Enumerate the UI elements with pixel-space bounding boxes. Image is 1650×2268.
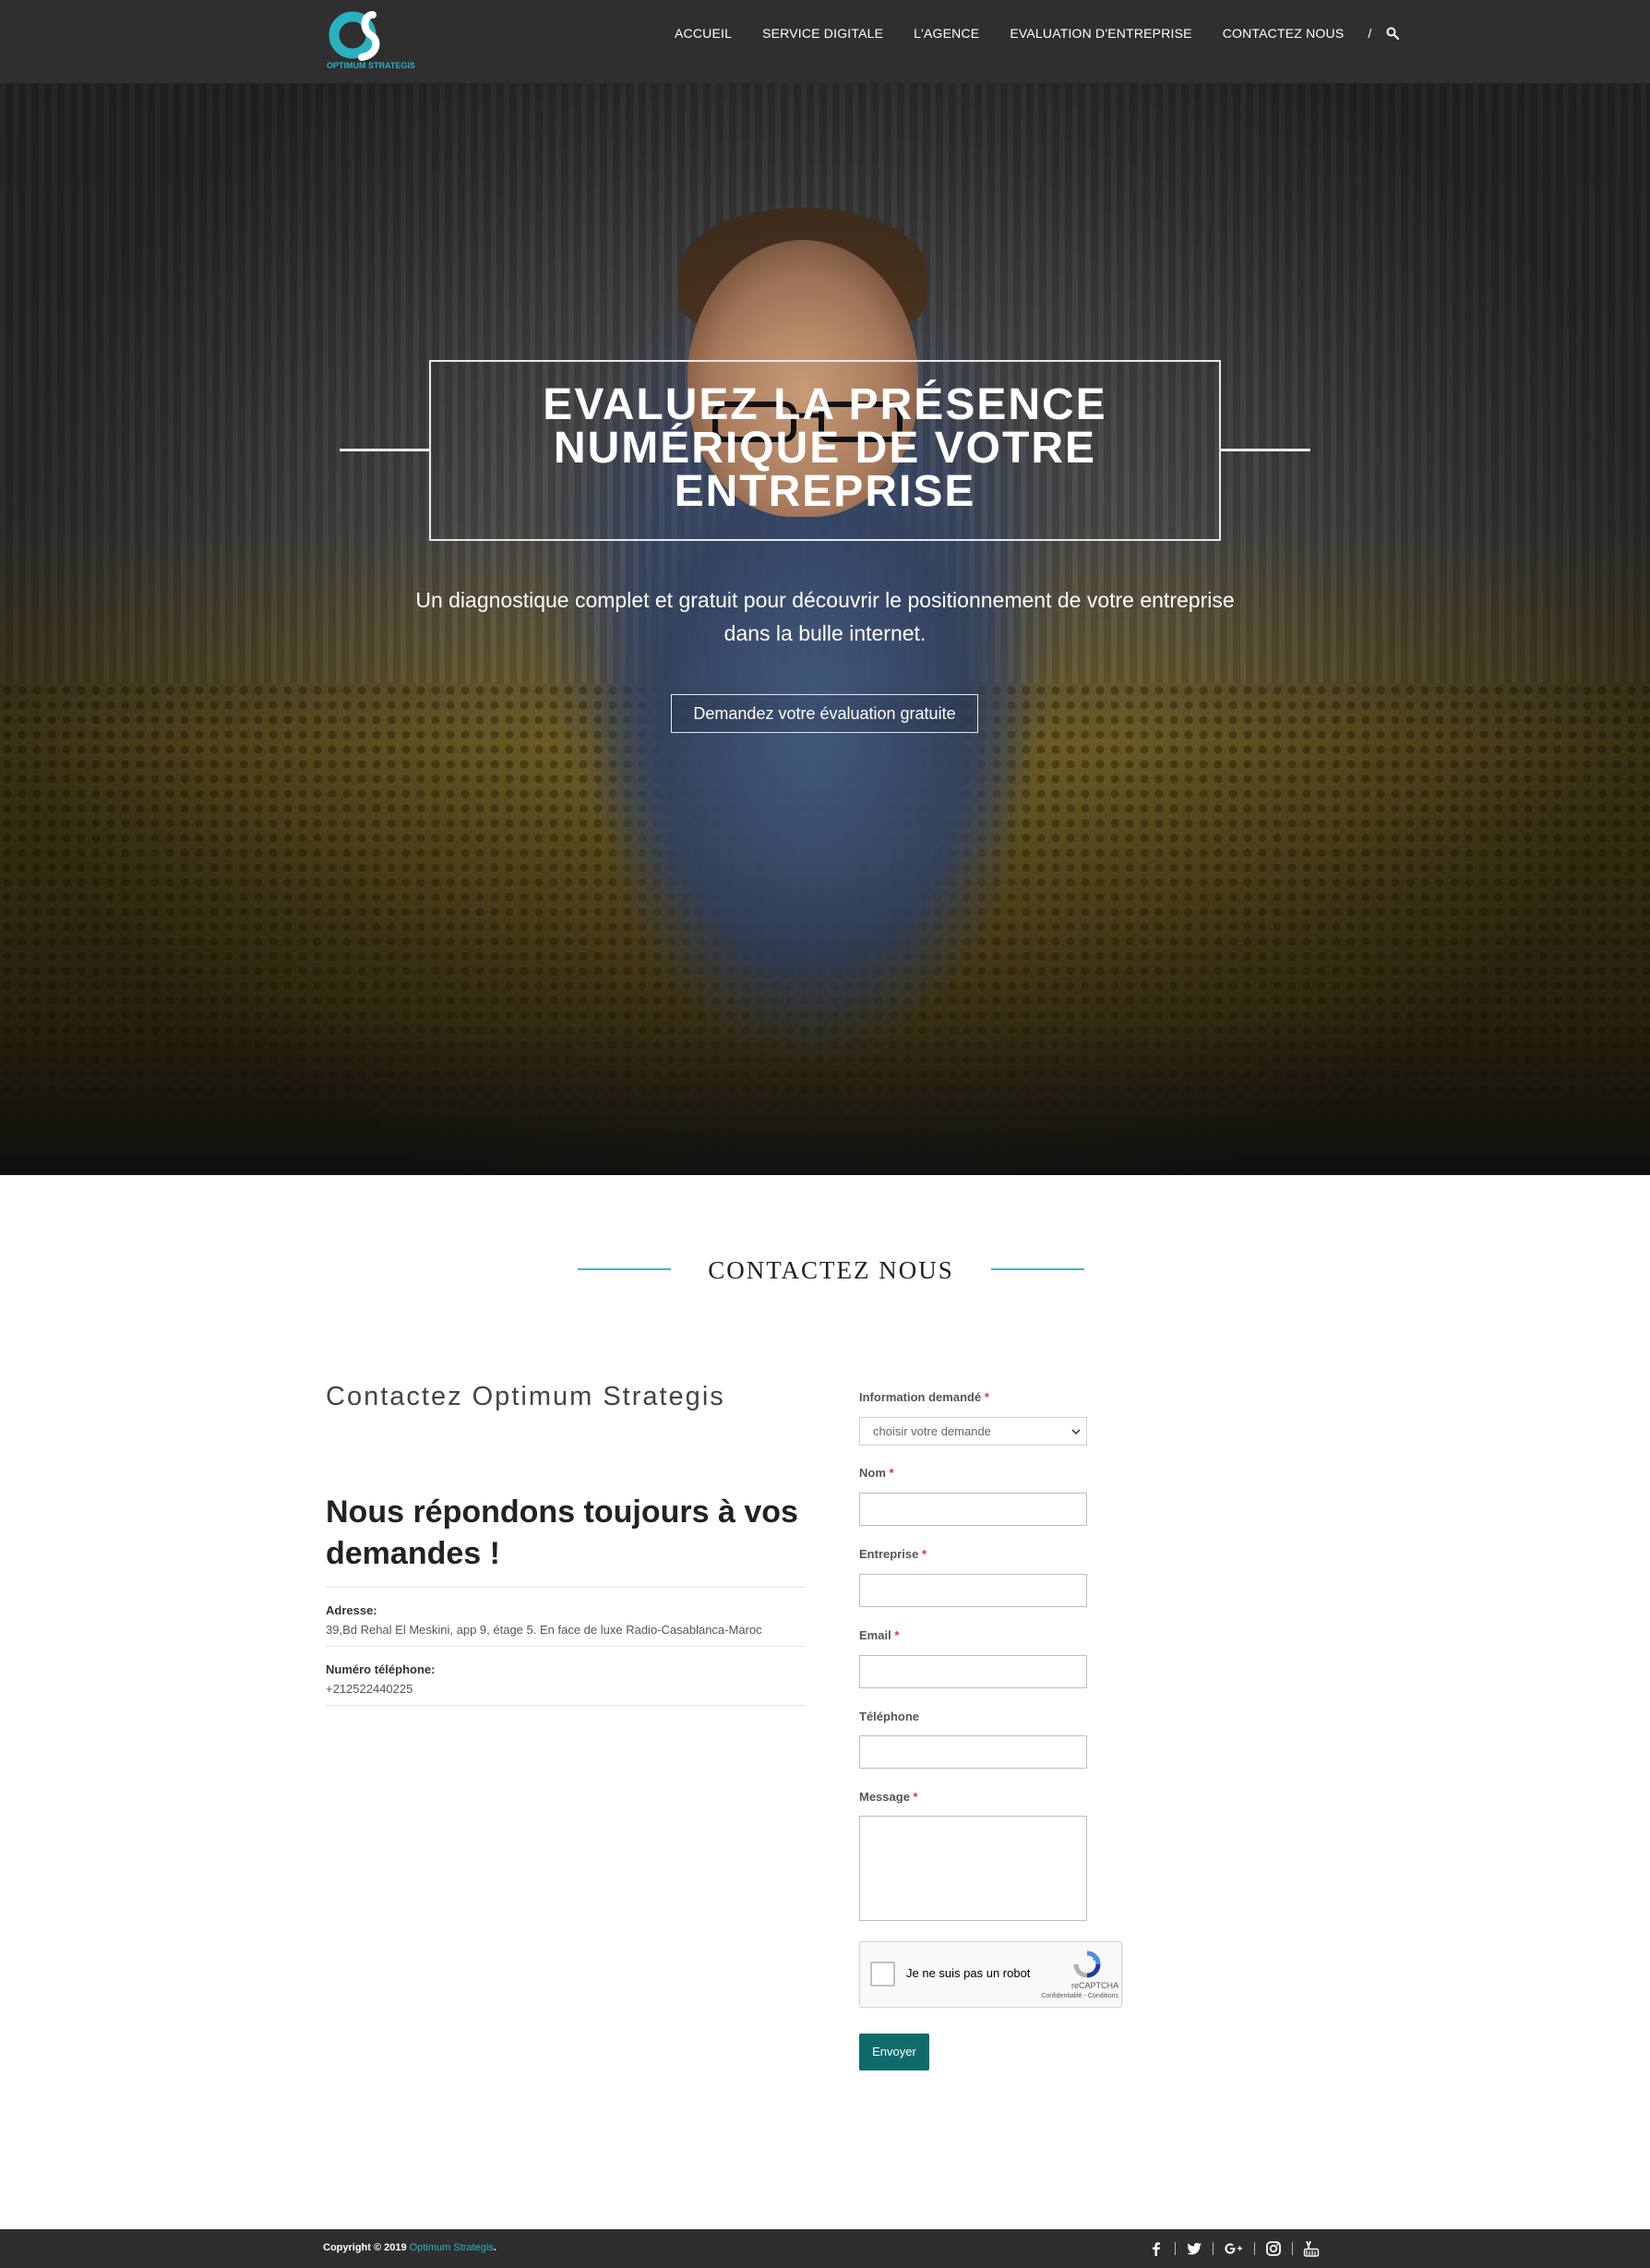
section-title-line-left xyxy=(578,1268,671,1270)
chevron-down-icon xyxy=(1071,1429,1081,1435)
recaptcha-logo-icon xyxy=(1073,1950,1101,1978)
hero-subtitle-line-2: dans la bulle internet. xyxy=(723,621,927,645)
nav-accueil[interactable]: ACCUEIL xyxy=(675,26,732,41)
required-mark: * xyxy=(889,1466,894,1480)
phone-value: +212522440225 xyxy=(326,1682,413,1696)
site-footer: Copyright © 2019 Optimum Strategis. xyxy=(0,2229,1650,2268)
recaptcha-terms[interactable]: Confidentialité - Conditions xyxy=(1022,1993,1118,1999)
email-label: Email * xyxy=(859,1628,899,1642)
recaptcha-checkbox[interactable] xyxy=(870,1962,895,1986)
nav-evaluation-entreprise[interactable]: EVALUATION D'ENTREPRISE xyxy=(1010,26,1191,41)
address-label: Adresse: xyxy=(326,1603,377,1617)
instagram-icon[interactable] xyxy=(1265,2240,1282,2257)
section-title-wrap: CONTACTEZ NOUS xyxy=(0,1249,1650,1291)
info-select-value: choisir votre demande xyxy=(873,1424,991,1438)
site-logo[interactable]: OPTIMUM STRATEGIS xyxy=(327,9,415,76)
entreprise-input[interactable] xyxy=(859,1574,1087,1607)
recaptcha-brand: reCAPTCHA xyxy=(1070,1981,1118,1990)
divider xyxy=(326,1646,806,1647)
entreprise-label: Entreprise * xyxy=(859,1547,927,1561)
telephone-label-text: Téléphone xyxy=(859,1710,920,1723)
recaptcha-text: Je ne suis pas un robot xyxy=(906,1966,1031,1980)
hero-title-line-2: NUMÉRIQUE DE VOTRE xyxy=(553,424,1097,473)
copyright-suffix: . xyxy=(493,2242,496,2253)
copyright: Copyright © 2019 Optimum Strategis. xyxy=(323,2242,496,2253)
hero-title: EVALUEZ LA PRÉSENCE NUMÉRIQUE DE VOTRE E… xyxy=(429,380,1221,516)
entreprise-label-text: Entreprise xyxy=(859,1547,919,1561)
nav-contactez-nous[interactable]: CONTACTEZ NOUS xyxy=(1223,26,1345,41)
site-header: OPTIMUM STRATEGIS ACCUEIL SERVICE DIGITA… xyxy=(0,0,1650,83)
nom-input[interactable] xyxy=(859,1493,1087,1526)
section-title: CONTACTEZ NOUS xyxy=(708,1256,954,1284)
nav-service-digitale[interactable]: SERVICE DIGITALE xyxy=(762,26,883,41)
divider xyxy=(326,1587,806,1588)
social-separator xyxy=(1254,2242,1255,2255)
social-separator xyxy=(1292,2242,1293,2255)
copyright-prefix: Copyright © 2019 xyxy=(323,2242,407,2253)
main-nav: ACCUEIL SERVICE DIGITALE L'AGENCE EVALUA… xyxy=(675,0,1400,66)
message-label: Message * xyxy=(859,1790,918,1804)
copyright-brand-link[interactable]: Optimum Strategis xyxy=(410,2242,494,2253)
social-separator xyxy=(1213,2242,1214,2255)
search-icon[interactable] xyxy=(1386,27,1400,40)
google-plus-icon[interactable] xyxy=(1224,2240,1244,2257)
facebook-icon[interactable] xyxy=(1148,2240,1165,2257)
hero-title-line-3: ENTREPRISE xyxy=(674,467,976,516)
twitter-icon[interactable] xyxy=(1186,2240,1202,2257)
section-title-line-right xyxy=(991,1268,1084,1270)
respond-title: Nous répondons toujours à vos demandes ! xyxy=(326,1494,798,1571)
hero-title-line-1: EVALUEZ LA PRÉSENCE xyxy=(543,380,1107,429)
message-label-text: Message xyxy=(859,1790,910,1804)
info-label-text: Information demandé xyxy=(859,1390,982,1404)
email-input[interactable] xyxy=(859,1655,1087,1688)
required-mark: * xyxy=(921,1547,927,1561)
social-separator xyxy=(1175,2242,1176,2255)
hero-subtitle: Un diagnostique complet et gratuit pour … xyxy=(360,583,1290,650)
contact-heading: Contactez Optimum Strategis xyxy=(326,1382,725,1411)
nom-label-text: Nom xyxy=(859,1466,886,1480)
nav-agence[interactable]: L'AGENCE xyxy=(914,26,979,41)
info-label: Information demandé * xyxy=(859,1390,989,1404)
request-evaluation-button[interactable]: Demandez votre évaluation gratuite xyxy=(671,694,978,733)
info-select[interactable]: choisir votre demande xyxy=(859,1417,1087,1446)
telephone-label: Téléphone xyxy=(859,1710,919,1723)
hero-title-line-right xyxy=(1221,449,1310,451)
recaptcha-widget: Je ne suis pas un robot reCAPTCHA Confid… xyxy=(859,1941,1122,2008)
required-mark: * xyxy=(984,1390,989,1404)
submit-button[interactable]: Envoyer xyxy=(859,2034,929,2070)
phone-label: Numéro téléphone: xyxy=(326,1662,436,1676)
divider xyxy=(326,1705,806,1706)
email-label-text: Email xyxy=(859,1628,891,1642)
hero-title-line-left xyxy=(340,449,429,451)
logo-mark-icon xyxy=(329,11,380,61)
logo-text: OPTIMUM STRATEGIS xyxy=(327,61,415,70)
required-mark: * xyxy=(913,1790,918,1804)
address-value: 39,Bd Rehal El Meskini, app 9, étage 5. … xyxy=(326,1623,762,1637)
telephone-input[interactable] xyxy=(859,1735,1087,1769)
nom-label: Nom * xyxy=(859,1466,894,1480)
youtube-icon[interactable] xyxy=(1303,2240,1320,2257)
required-mark: * xyxy=(894,1628,900,1642)
message-textarea[interactable] xyxy=(859,1816,1087,1921)
nav-separator: / xyxy=(1368,26,1372,41)
social-links xyxy=(1148,2239,1320,2258)
hero-subtitle-line-1: Un diagnostique complet et gratuit pour … xyxy=(415,588,1235,612)
